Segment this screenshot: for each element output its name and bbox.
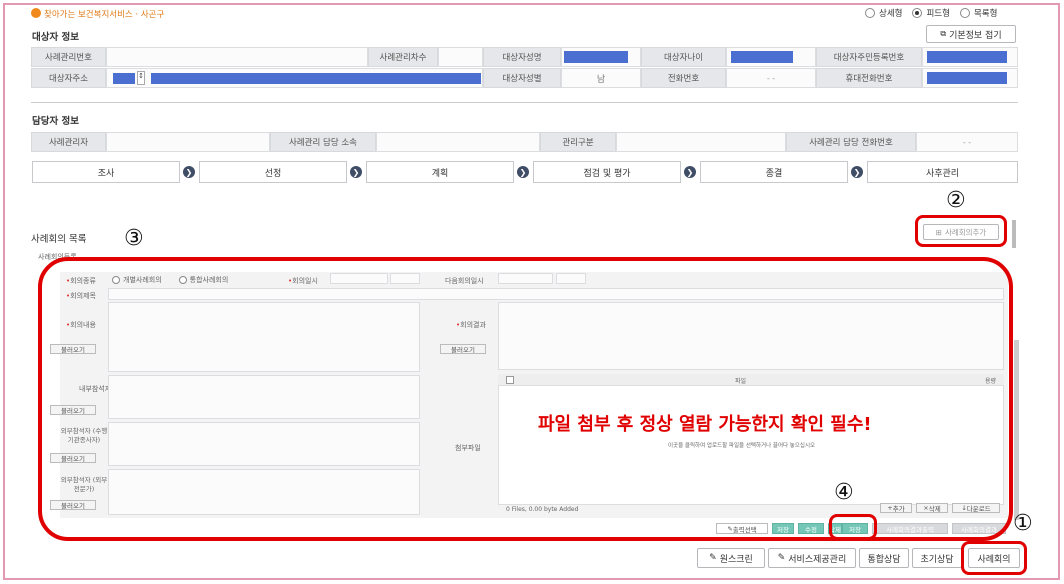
service-mgmt-button[interactable]: ✎ 서비스제공관리 bbox=[768, 548, 856, 568]
step-aftercare[interactable]: 사후관리 bbox=[867, 161, 1018, 183]
name-label: 대상자성명 bbox=[483, 47, 561, 67]
case-no-label: 사례관리번호 bbox=[31, 47, 106, 67]
step-selection[interactable]: 선정 bbox=[199, 161, 347, 183]
view-option-label: 목록형 bbox=[973, 9, 998, 19]
step-arrow-icon: ❯ bbox=[350, 166, 362, 178]
step-closure[interactable]: 종결 bbox=[700, 161, 848, 183]
form-scrollbar[interactable] bbox=[1014, 340, 1019, 520]
collapse-info-button[interactable]: ⧉ 기본정보 접기 bbox=[926, 25, 1016, 43]
gender-field[interactable]: 남 bbox=[561, 68, 641, 88]
gender-label: 대상자성별 bbox=[483, 68, 561, 88]
collapse-icon: ⧉ bbox=[940, 29, 947, 38]
target-info-title: 대상자 정보 bbox=[32, 32, 80, 43]
mgr-phone-label: 사례관리 담당 전화번호 bbox=[786, 132, 916, 152]
step-investigation[interactable]: 조사 bbox=[32, 161, 180, 183]
add-meeting-button[interactable]: ⊞ 사례회의추가 bbox=[923, 224, 999, 240]
radio-list[interactable] bbox=[959, 8, 970, 18]
address-label: 대상자주소 bbox=[31, 68, 106, 88]
redacted-mobile bbox=[927, 72, 1007, 84]
add-icon: ⊞ bbox=[935, 227, 942, 237]
step-arrow-icon: ❯ bbox=[183, 166, 195, 178]
manager-info-title: 담당자 정보 bbox=[32, 116, 80, 127]
phone-field[interactable]: - - bbox=[726, 68, 816, 88]
view-option-label: 피드형 bbox=[926, 9, 950, 19]
service-logo-icon bbox=[31, 8, 41, 18]
view-option-label: 상세형 bbox=[879, 9, 903, 19]
annotation-1: ① bbox=[1013, 511, 1033, 536]
view-mode-radios: 상세형 피드형 목록형 bbox=[865, 7, 997, 19]
one-screen-button[interactable]: ✎ 원스크린 bbox=[697, 548, 765, 568]
redacted-zip bbox=[113, 73, 135, 84]
manager-label: 사례관리자 bbox=[31, 132, 106, 152]
redacted-age bbox=[731, 51, 793, 63]
mgmt-type-label: 관리구분 bbox=[540, 132, 616, 152]
step-arrow-icon: ❯ bbox=[517, 166, 529, 178]
case-no-field[interactable] bbox=[106, 47, 368, 67]
mgmt-type-field[interactable] bbox=[616, 132, 786, 152]
age-field[interactable] bbox=[726, 47, 816, 67]
rrn-field[interactable] bbox=[922, 47, 1018, 67]
dept-label: 사례관리 담당 소속 bbox=[270, 132, 376, 152]
age-label: 대상자나이 bbox=[641, 47, 726, 67]
highlight-meeting-form bbox=[38, 257, 1013, 541]
collapse-info-label: 기본정보 접기 bbox=[949, 30, 1002, 41]
pencil-icon: ✎ bbox=[777, 553, 786, 563]
mobile-field[interactable] bbox=[922, 68, 1018, 88]
redacted-rrn bbox=[927, 51, 1007, 63]
step-review[interactable]: 점검 및 평가 bbox=[533, 161, 681, 183]
divider bbox=[31, 102, 1018, 103]
step-arrow-icon: ❯ bbox=[684, 166, 696, 178]
service-mgmt-label: 서비스제공관리 bbox=[788, 554, 847, 565]
mgr-phone-field[interactable]: - - bbox=[916, 132, 1018, 152]
mobile-label: 휴대전화번호 bbox=[816, 68, 922, 88]
one-screen-label: 원스크린 bbox=[719, 554, 753, 565]
step-plan[interactable]: 계획 bbox=[366, 161, 514, 183]
service-title: 찾아가는 보건복지서비스 · 사곤구 bbox=[44, 10, 165, 20]
annotation-2: ② bbox=[946, 188, 966, 213]
integrated-consult-button[interactable]: 통합상담 bbox=[859, 548, 909, 568]
dept-field[interactable] bbox=[376, 132, 540, 152]
address-field[interactable]: ↕ bbox=[106, 68, 483, 88]
name-field[interactable] bbox=[561, 47, 641, 67]
redacted-address bbox=[151, 73, 481, 84]
case-count-label: 사례관리차수 bbox=[368, 47, 438, 67]
scrollbar-thumb[interactable] bbox=[1012, 220, 1016, 248]
pencil-icon: ✎ bbox=[709, 553, 717, 563]
annotation-4: ④ bbox=[834, 480, 854, 505]
radio-feed[interactable] bbox=[912, 8, 923, 18]
annotation-3: ③ bbox=[124, 226, 144, 251]
rrn-label: 대상자주민등록번호 bbox=[816, 47, 922, 67]
redacted-name bbox=[564, 51, 628, 63]
case-meeting-button[interactable]: 사례회의 bbox=[968, 548, 1020, 568]
zip-spinner[interactable]: ↕ bbox=[137, 71, 145, 85]
add-meeting-label: 사례회의추가 bbox=[944, 227, 987, 237]
phone-label: 전화번호 bbox=[641, 68, 726, 88]
manager-field[interactable] bbox=[106, 132, 270, 152]
case-count-field[interactable] bbox=[438, 47, 483, 67]
highlight-save-button bbox=[829, 514, 877, 540]
radio-detail[interactable] bbox=[865, 8, 875, 18]
initial-consult-button[interactable]: 초기상담 bbox=[912, 548, 962, 568]
meeting-list-title: 사례회의 목록 bbox=[31, 234, 87, 245]
step-arrow-icon: ❯ bbox=[851, 166, 863, 178]
